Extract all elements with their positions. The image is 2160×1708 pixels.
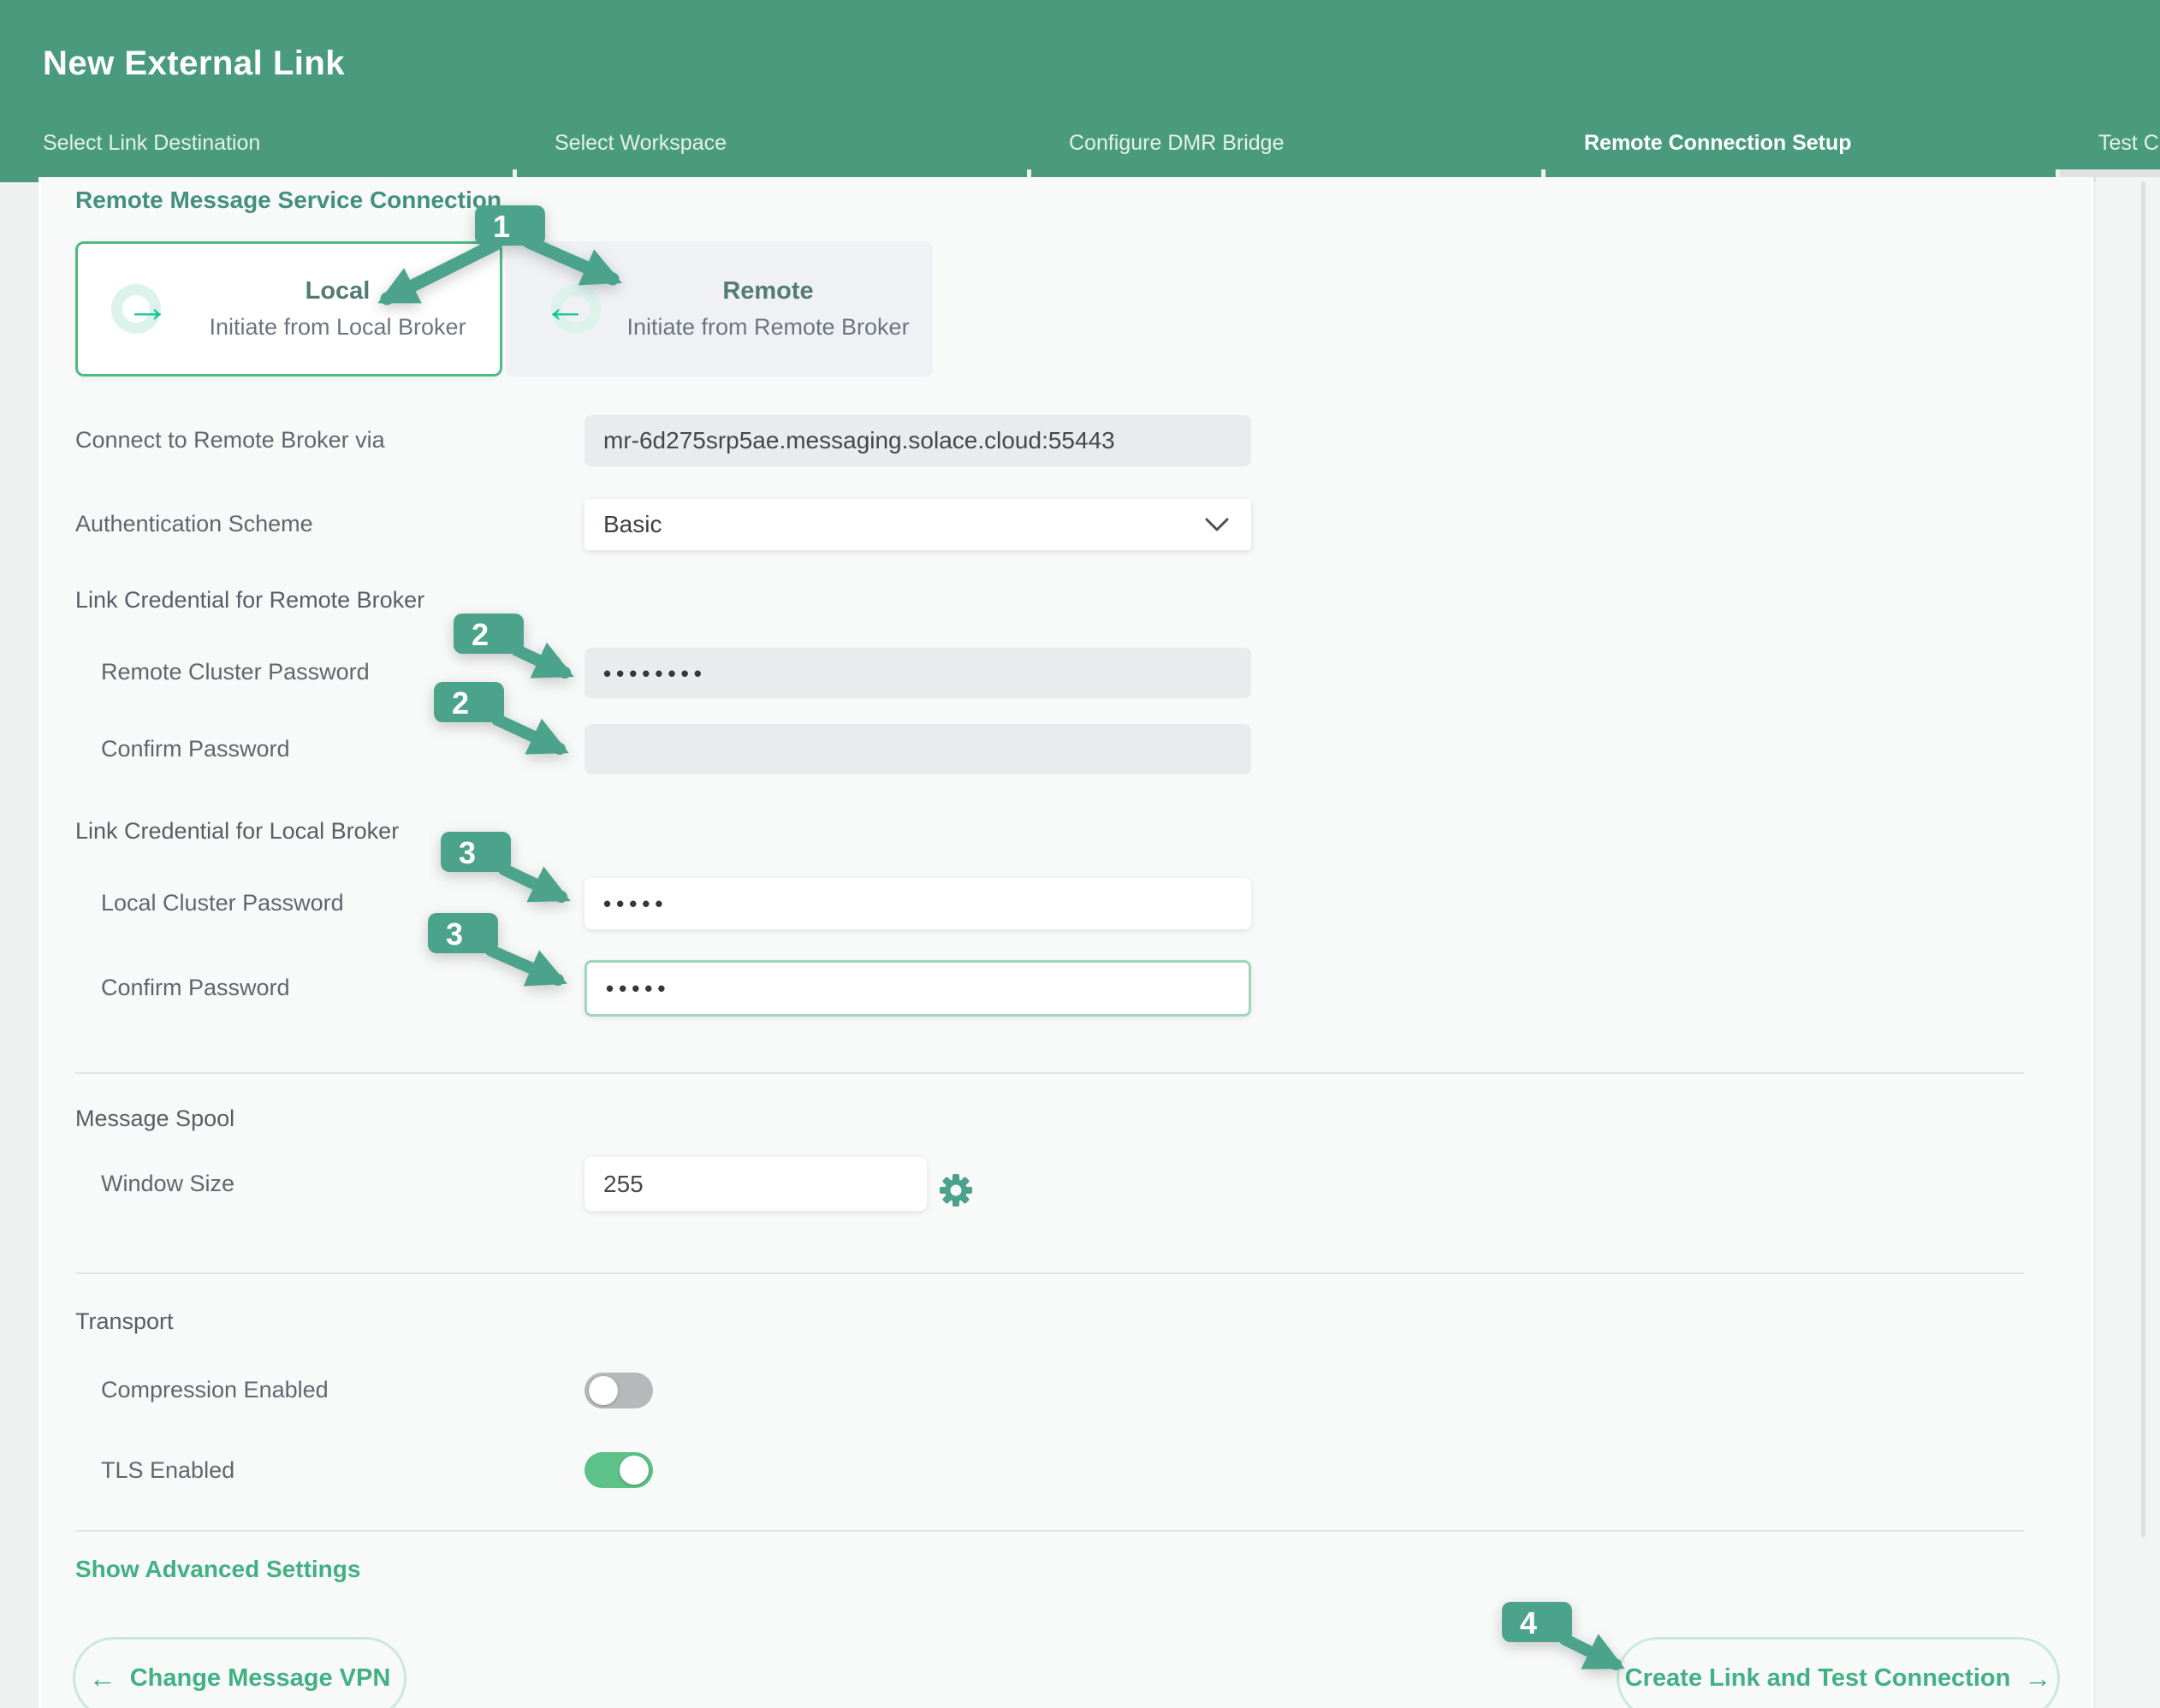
arrow-left-icon: ← [529,282,601,335]
create-link-test-connection-button[interactable]: Create Link and Test Connection → [1617,1637,2060,1708]
divider [75,1272,2024,1274]
card-remote-subtitle: Initiate from Remote Broker [626,314,909,341]
tab-select-workspace[interactable]: Select Workspace [555,131,727,156]
card-local-broker[interactable]: → Local Initiate from Local Broker [75,241,502,377]
auth-scheme-select[interactable]: Basic [585,499,1251,550]
message-spool-header: Message Spool [75,1106,234,1132]
compression-label: Compression Enabled [101,1377,329,1403]
connect-broker-label: Connect to Remote Broker via [75,427,385,454]
page-title: New External Link [43,44,345,83]
tab-select-link-destination[interactable]: Select Link Destination [43,131,260,156]
page-gutter [2096,177,2160,1708]
remote-confirm-label: Confirm Password [101,736,290,762]
show-advanced-settings-link[interactable]: Show Advanced Settings [75,1556,360,1583]
wizard-header: New External Link Select Link Destinatio… [0,0,2160,169]
divider [75,1072,2024,1074]
local-confirm-label: Confirm Password [101,975,290,1001]
local-confirm-input[interactable]: ••••• [585,960,1251,1017]
wizard-content-panel [39,177,2093,1708]
connect-broker-input: mr-6d275srp5ae.messaging.solace.cloud:55… [585,415,1251,466]
toggle-knob [620,1456,649,1485]
tab-remote-connection-setup[interactable]: Remote Connection Setup [1584,131,1852,156]
transport-header: Transport [75,1308,174,1335]
compression-toggle[interactable] [585,1373,653,1409]
divider [75,1530,2024,1532]
remote-password-label: Remote Cluster Password [101,659,370,685]
section-title: Remote Message Service Connection [75,187,501,214]
auth-scheme-value: Basic [603,511,662,537]
arrow-left-icon: ← [89,1663,116,1694]
local-credential-header: Link Credential for Local Broker [75,818,399,845]
gear-icon[interactable] [937,1171,975,1209]
card-remote-title: Remote [626,277,909,305]
toggle-knob [589,1376,618,1405]
arrow-right-icon: → [111,282,183,335]
chevron-down-icon [1205,518,1229,533]
window-size-label: Window Size [101,1171,234,1197]
local-password-label: Local Cluster Password [101,890,344,916]
card-local-title: Local [209,277,466,305]
tab-configure-dmr-bridge[interactable]: Configure DMR Bridge [1069,131,1285,156]
remote-password-input[interactable]: •••••••• [585,648,1251,698]
scrollbar[interactable] [2141,181,2145,1538]
card-remote-broker[interactable]: ← Remote Initiate from Remote Broker [506,241,933,377]
auth-scheme-label: Authentication Scheme [75,511,313,537]
arrow-right-icon: → [2024,1663,2051,1694]
change-message-vpn-button[interactable]: ← Change Message VPN [73,1637,406,1708]
remote-confirm-input[interactable] [585,724,1251,774]
tab-test-connection[interactable]: Test Connection [2098,131,2160,156]
local-password-input[interactable]: ••••• [585,878,1251,929]
card-local-subtitle: Initiate from Local Broker [209,314,466,341]
tls-label: TLS Enabled [101,1457,234,1484]
tls-toggle[interactable] [585,1452,653,1488]
remote-credential-header: Link Credential for Remote Broker [75,587,424,614]
window-size-input[interactable]: 255 [585,1157,927,1211]
